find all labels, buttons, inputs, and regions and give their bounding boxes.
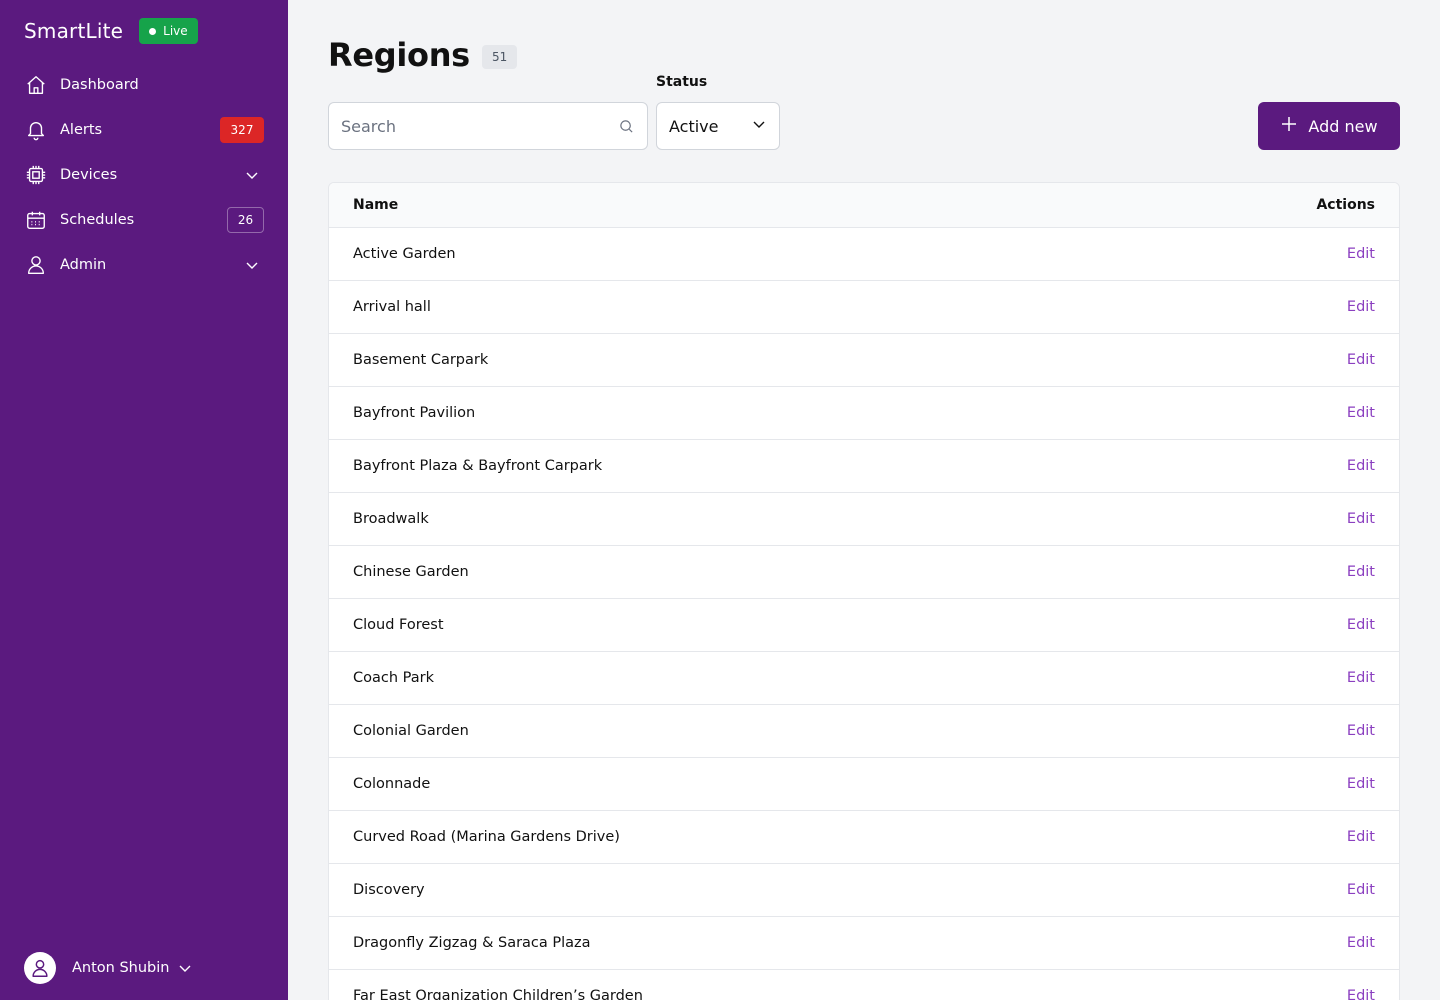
table-row: Curved Road (Marina Gardens Drive) Edit <box>329 811 1399 864</box>
user-icon <box>24 253 48 277</box>
user-avatar-icon <box>32 959 48 977</box>
region-name: Basement Carpark <box>353 352 489 368</box>
table-row: Arrival hall Edit <box>329 281 1399 334</box>
table-row: Broadwalk Edit <box>329 493 1399 546</box>
status-value: Active <box>669 116 719 136</box>
table-row: Colonnade Edit <box>329 758 1399 811</box>
live-label: Live <box>163 24 188 38</box>
region-name: Cloud Forest <box>353 617 444 633</box>
table-header: Name Actions <box>329 183 1399 228</box>
column-header-actions: Actions <box>1316 197 1375 213</box>
region-name: Chinese Garden <box>353 564 469 580</box>
sidebar-item-label: Alerts <box>60 121 103 138</box>
title-row: Regions 51 <box>328 36 518 74</box>
app-name: SmartLite <box>24 19 124 43</box>
region-name: Active Garden <box>353 246 456 262</box>
edit-link[interactable]: Edit <box>1347 246 1375 262</box>
region-name: Colonnade <box>353 776 431 792</box>
edit-link[interactable]: Edit <box>1347 988 1375 1000</box>
status-select[interactable]: Active <box>656 102 780 150</box>
user-menu[interactable]: Anton Shubin <box>24 952 195 984</box>
sidebar-nav: Dashboard Alerts 327 Devices Schedules 2… <box>24 62 264 287</box>
sidebar-item-schedules[interactable]: Schedules 26 <box>24 197 264 242</box>
table-row: Colonial Garden Edit <box>329 705 1399 758</box>
edit-link[interactable]: Edit <box>1347 723 1375 739</box>
edit-link[interactable]: Edit <box>1347 405 1375 421</box>
edit-link[interactable]: Edit <box>1347 776 1375 792</box>
table-row: Discovery Edit <box>329 864 1399 917</box>
edit-link[interactable]: Edit <box>1347 458 1375 474</box>
region-name: Arrival hall <box>353 299 431 315</box>
edit-link[interactable]: Edit <box>1347 564 1375 580</box>
region-name: Bayfront Pavilion <box>353 405 476 421</box>
calendar-icon <box>24 208 48 232</box>
sidebar: SmartLite Live Dashboard Alerts 327 Devi… <box>0 0 288 1000</box>
chip-icon <box>24 163 48 187</box>
sidebar-item-admin[interactable]: Admin <box>24 242 264 287</box>
home-icon <box>24 73 48 97</box>
main-content: Regions 51 Status Active Add new Name Ac… <box>288 0 1440 1000</box>
table-row: Chinese Garden Edit <box>329 546 1399 599</box>
edit-link[interactable]: Edit <box>1347 829 1375 845</box>
edit-link[interactable]: Edit <box>1347 670 1375 686</box>
chevron-down-icon[interactable] <box>240 163 264 187</box>
chevron-down-icon <box>751 116 767 136</box>
edit-link[interactable]: Edit <box>1347 511 1375 527</box>
regions-table: Name Actions Active Garden Edit Arrival ha… <box>328 182 1400 1000</box>
table-row: Cloud Forest Edit <box>329 599 1399 652</box>
table-row: Active Garden Edit <box>329 228 1399 281</box>
sidebar-item-label: Schedules <box>60 211 135 228</box>
regions-count-badge: 51 <box>481 45 518 69</box>
edit-link[interactable]: Edit <box>1347 617 1375 633</box>
chevron-down-icon[interactable] <box>175 958 195 978</box>
live-dot-icon <box>149 27 157 35</box>
alerts-count-badge: 327 <box>220 116 264 143</box>
table-row: Dragonfly Zigzag & Saraca Plaza Edit <box>329 917 1399 970</box>
brand: SmartLite Live <box>24 18 198 44</box>
add-new-button[interactable]: Add new <box>1258 102 1400 150</box>
status-label: Status <box>656 74 708 90</box>
add-new-label: Add new <box>1308 116 1378 136</box>
sidebar-item-devices[interactable]: Devices <box>24 152 264 197</box>
user-name: Anton Shubin <box>72 960 170 976</box>
plus-icon <box>1280 115 1298 137</box>
region-name: Curved Road (Marina Gardens Drive) <box>353 829 620 845</box>
sidebar-item-alerts[interactable]: Alerts 327 <box>24 107 264 152</box>
table-row: Far East Organization Children’s Garden E… <box>329 970 1399 1000</box>
edit-link[interactable]: Edit <box>1347 299 1375 315</box>
bell-icon <box>24 118 48 142</box>
region-name: Coach Park <box>353 670 434 686</box>
region-name: Broadwalk <box>353 511 429 527</box>
column-header-name[interactable]: Name <box>353 197 398 213</box>
table-row: Bayfront Plaza & Bayfront Carpark Edit <box>329 440 1399 493</box>
region-name: Far East Organization Children’s Garden <box>353 988 643 1000</box>
region-name: Colonial Garden <box>353 723 469 739</box>
table-row: Basement Carpark Edit <box>329 334 1399 387</box>
search-icon[interactable] <box>617 117 635 135</box>
search-input[interactable] <box>341 116 617 136</box>
sidebar-item-dashboard[interactable]: Dashboard <box>24 62 264 107</box>
schedules-count-badge: 26 <box>227 206 264 233</box>
sidebar-item-label: Dashboard <box>60 76 139 93</box>
chevron-down-icon[interactable] <box>240 253 264 277</box>
region-name: Bayfront Plaza & Bayfront Carpark <box>353 458 603 474</box>
sidebar-item-label: Admin <box>60 256 107 273</box>
table-row: Bayfront Pavilion Edit <box>329 387 1399 440</box>
table-body: Active Garden Edit Arrival hall Edit Basemen… <box>329 228 1399 1000</box>
region-name: Dragonfly Zigzag & Saraca Plaza <box>353 935 591 951</box>
live-badge: Live <box>139 18 198 44</box>
sidebar-item-label: Devices <box>60 166 118 183</box>
table-row: Coach Park Edit <box>329 652 1399 705</box>
search-box <box>328 102 648 150</box>
page-title: Regions <box>328 36 470 74</box>
avatar <box>24 952 56 984</box>
edit-link[interactable]: Edit <box>1347 935 1375 951</box>
edit-link[interactable]: Edit <box>1347 352 1375 368</box>
edit-link[interactable]: Edit <box>1347 882 1375 898</box>
region-name: Discovery <box>353 882 425 898</box>
